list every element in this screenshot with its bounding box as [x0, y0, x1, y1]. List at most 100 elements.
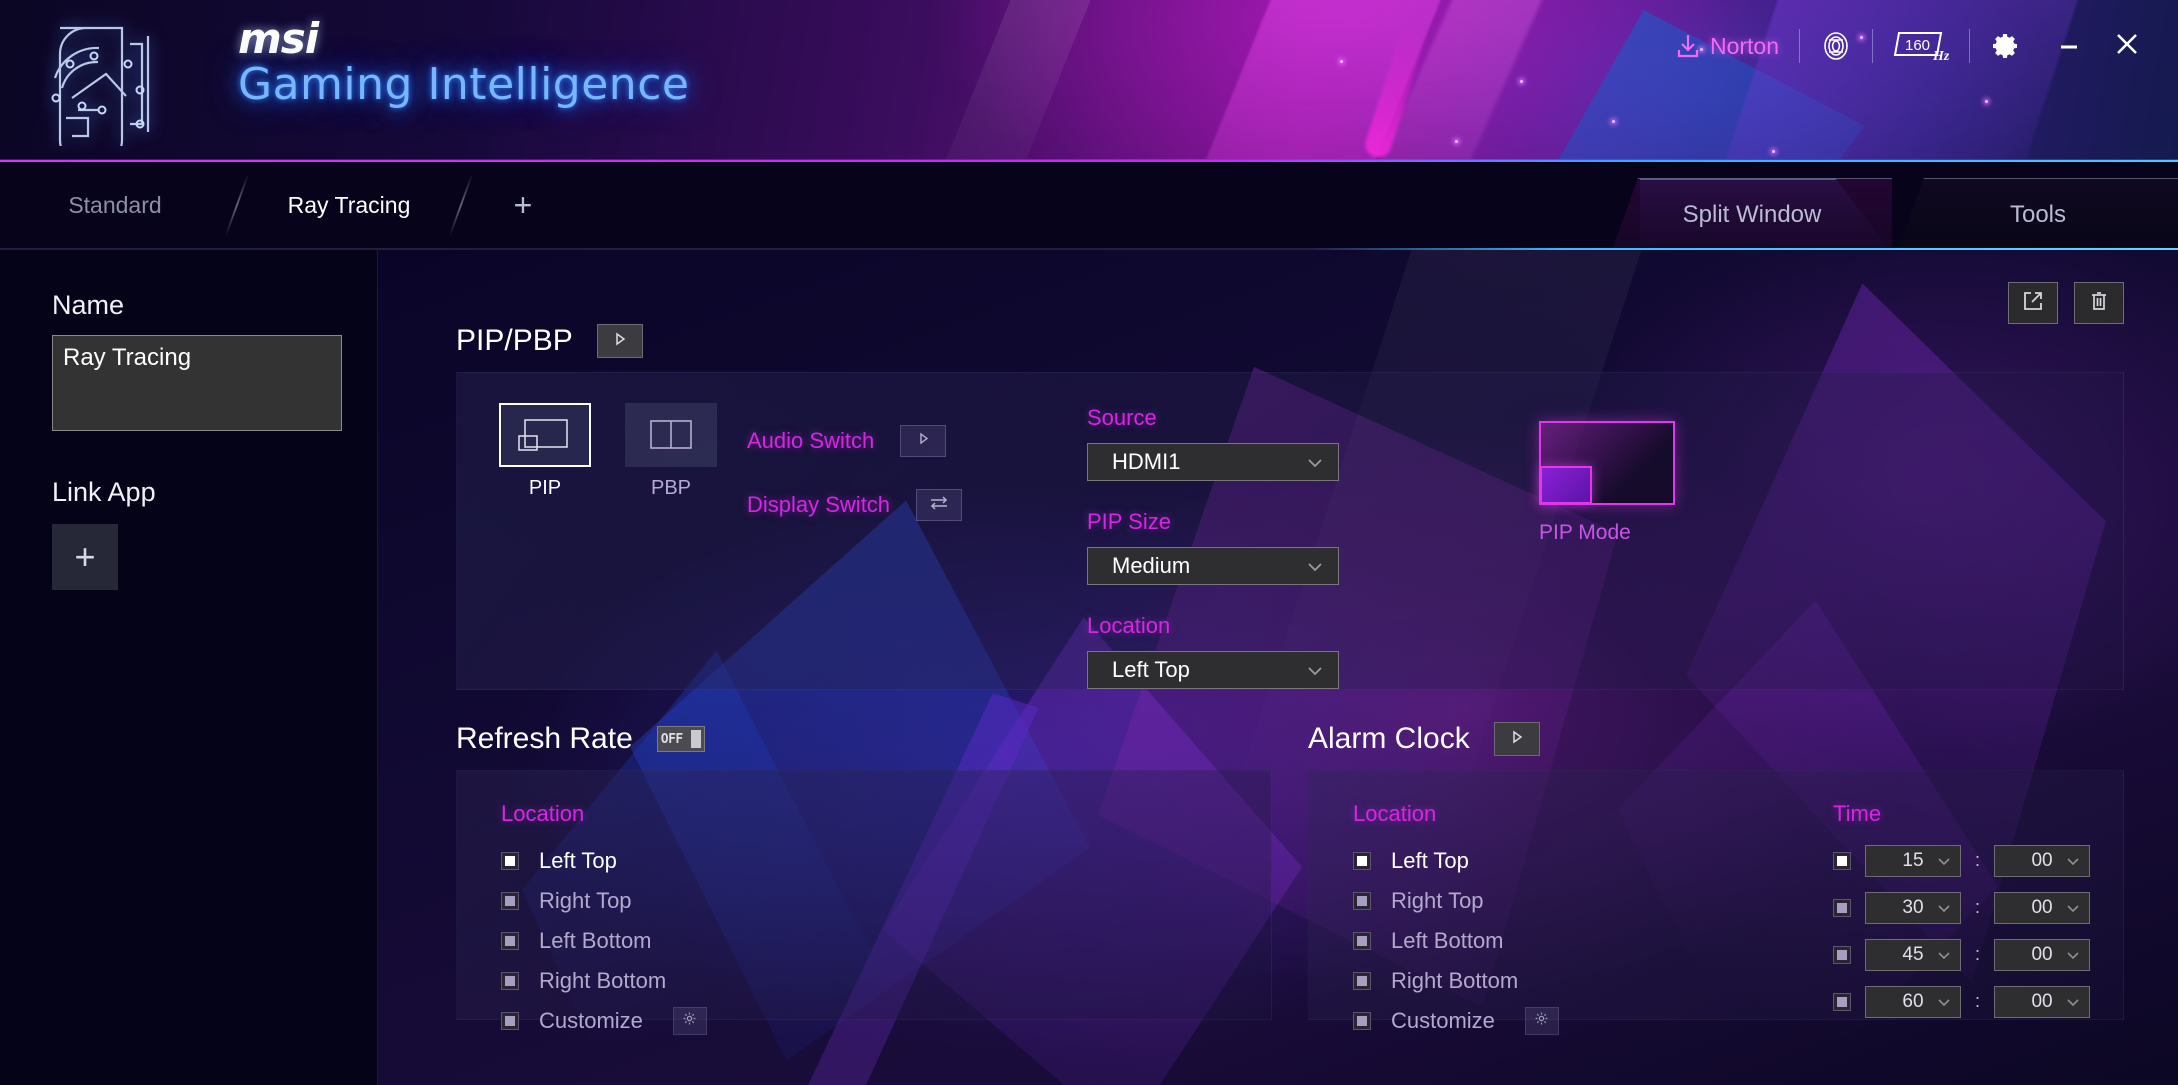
display-switch-button[interactable]	[916, 489, 963, 521]
tab-split-window[interactable]: Split Window	[1612, 178, 1892, 250]
msi-dragon-circuit-logo	[30, 6, 180, 146]
audio-switch-row: Audio Switch	[747, 409, 1087, 473]
pip-size-label: PIP Size	[1087, 509, 1171, 534]
alarm-clock-location-left-top[interactable]: Left Top	[1353, 841, 1823, 881]
alarm-clock-location-left-bottom[interactable]: Left Bottom	[1353, 921, 1823, 961]
pip-preview-inset	[1540, 466, 1592, 504]
alarm-time-radio-1[interactable]	[1833, 851, 1851, 870]
minimize-button[interactable]	[2040, 23, 2098, 69]
header-decoration	[905, 0, 1091, 159]
radio-label: Customize	[539, 1008, 643, 1033]
swap-arrows-icon	[928, 494, 950, 517]
refresh-rate-customize-settings-button[interactable]	[672, 1007, 707, 1035]
alarm-time-radio-2[interactable]	[1833, 898, 1851, 917]
chevron-down-icon	[1937, 944, 1951, 966]
header-comet-decoration	[1362, 19, 1431, 159]
alarm-clock-header: Alarm Clock	[1308, 722, 2124, 756]
export-button[interactable]	[2008, 282, 2058, 324]
refresh-rate-button[interactable]: 160 Hz	[1873, 24, 1969, 68]
pip-mode-option-pip[interactable]: PIP	[499, 403, 591, 500]
alarm-minutes-select-1[interactable]: 15	[1865, 844, 1961, 877]
alarm-time-radio-3[interactable]	[1833, 945, 1851, 964]
brand-msi: msi	[238, 14, 319, 63]
refresh-rate-panel: Location Left Top Right Top Left Bottom …	[456, 770, 1272, 1035]
radio-box	[501, 892, 519, 910]
refresh-rate-location-left-bottom[interactable]: Left Bottom	[501, 921, 971, 961]
tab-standard[interactable]: Standard	[0, 160, 230, 250]
radio-box	[501, 852, 519, 870]
alarm-seconds-select-2[interactable]: 00	[1994, 891, 2091, 924]
radio-label: Left Bottom	[539, 928, 652, 953]
tab-ray-tracing[interactable]: Ray Tracing	[244, 160, 454, 250]
norton-button[interactable]: Norton	[1655, 24, 1799, 68]
tab-split-window-label: Split Window	[1682, 200, 1822, 228]
tab-group-right: Split Window Tools	[1606, 160, 2178, 250]
tab-tools[interactable]: Tools	[1898, 178, 2178, 250]
alarm-seconds-select-3[interactable]: 00	[1994, 938, 2091, 971]
alarm-time-row-1: 15 : 00	[1833, 837, 2123, 884]
refresh-rate-toggle[interactable]: OFF	[656, 726, 705, 752]
app-window: msi Gaming Intelligence Norton 160 Hz St…	[0, 0, 2178, 1085]
pip-toggle-button[interactable]	[596, 324, 643, 358]
pip-size-select[interactable]: Medium	[1087, 547, 1339, 585]
settings-button[interactable]	[1970, 24, 2040, 68]
refresh-rate-header: Refresh Rate OFF	[456, 722, 1272, 756]
alarm-clock-location-customize[interactable]: Customize	[1353, 1001, 1823, 1041]
plus-icon: +	[513, 186, 533, 223]
pip-preview: PIP Mode	[1417, 403, 2123, 545]
pip-mode-selector: PIP PBP	[457, 403, 747, 500]
pip-location-select[interactable]: Left Top	[1087, 651, 1339, 689]
minimize-icon	[2056, 31, 2082, 62]
chevron-down-icon	[1306, 657, 1324, 683]
refresh-rate-title: Refresh Rate	[456, 722, 633, 755]
tab-group-left: Standard Ray Tracing +	[0, 160, 578, 250]
pip-location-value: Left Top	[1112, 657, 1190, 682]
rgb-ring-icon	[1820, 30, 1852, 62]
alarm-minutes-value-3: 45	[1902, 943, 1924, 965]
alarm-minutes-select-4[interactable]: 60	[1865, 985, 1961, 1018]
radio-label: Left Top	[1391, 848, 1469, 873]
alarm-minutes-select-2[interactable]: 30	[1865, 891, 1961, 924]
gear-icon	[1990, 31, 2020, 61]
name-input[interactable]: Ray Tracing	[52, 335, 342, 431]
alarm-clock-toggle-button[interactable]	[1493, 722, 1540, 756]
alarm-clock-location-right-top[interactable]: Right Top	[1353, 881, 1823, 921]
time-separator: :	[1975, 944, 1981, 964]
alarm-time-radio-4[interactable]	[1833, 992, 1851, 1011]
chevron-down-icon	[2066, 850, 2080, 872]
refresh-rate-toggle-state: OFF	[660, 731, 683, 747]
pip-field-group: Source HDMI1 PIP Size Medium Location Le…	[1087, 403, 1417, 689]
alarm-seconds-select-4[interactable]: 00	[1994, 985, 2091, 1018]
display-switch-row: Display Switch	[747, 473, 1087, 537]
source-select[interactable]: HDMI1	[1087, 443, 1339, 481]
alarm-seconds-value-2: 00	[2031, 896, 2053, 918]
pip-mode-option-pbp[interactable]: PBP	[625, 403, 717, 500]
refresh-rate-location-right-bottom[interactable]: Right Bottom	[501, 961, 971, 1001]
alarm-clock-customize-settings-button[interactable]	[1524, 1007, 1559, 1035]
add-link-app-button[interactable]: +	[52, 524, 118, 590]
refresh-rate-location-left-top[interactable]: Left Top	[501, 841, 971, 881]
gear-icon	[1534, 1011, 1549, 1031]
sparkle	[1340, 60, 1343, 63]
pip-location-label: Location	[1087, 613, 1171, 638]
delete-button[interactable]	[2074, 282, 2124, 324]
time-separator: :	[1975, 850, 1981, 870]
alarm-clock-location-right-bottom[interactable]: Right Bottom	[1353, 961, 1823, 1001]
close-button[interactable]	[2098, 23, 2156, 69]
tab-ray-tracing-label: Ray Tracing	[287, 191, 411, 218]
audio-switch-button[interactable]	[900, 425, 947, 457]
radio-box	[1353, 932, 1371, 950]
download-icon	[1675, 32, 1701, 60]
chevron-down-icon	[1937, 991, 1951, 1013]
alarm-seconds-select-1[interactable]: 00	[1994, 844, 2091, 877]
content-area: PIP/PBP PIP PBP Audio Switch Display Swi…	[378, 250, 2178, 1085]
pip-layout-icon	[499, 403, 591, 467]
alarm-minutes-select-3[interactable]: 45	[1865, 938, 1961, 971]
add-tab-button[interactable]: +	[468, 160, 578, 250]
refresh-rate-location-right-top[interactable]: Right Top	[501, 881, 971, 921]
refresh-rate-location-customize[interactable]: Customize	[501, 1001, 971, 1041]
alarm-time-row-3: 45 : 00	[1833, 931, 2123, 978]
name-label: Name	[52, 290, 125, 320]
radio-box	[501, 1012, 519, 1030]
rgb-button[interactable]	[1800, 24, 1872, 68]
